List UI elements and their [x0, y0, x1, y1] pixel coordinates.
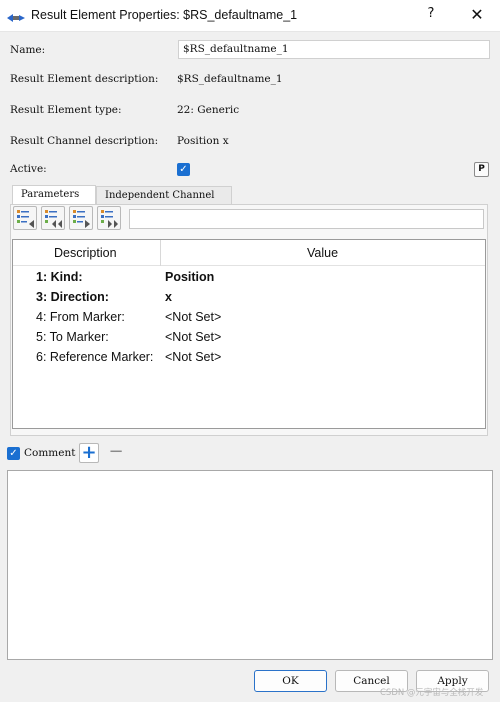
row-description: 6: Reference Marker: — [36, 350, 154, 364]
close-button[interactable]: ✕ — [466, 5, 488, 27]
header-description[interactable]: Description — [54, 246, 117, 260]
active-label: Active: — [10, 163, 47, 175]
checkmark-icon: ✓ — [179, 164, 188, 175]
table-row[interactable]: 6: Reference Marker: <Not Set> — [13, 348, 485, 368]
comment-textarea[interactable] — [7, 470, 493, 660]
table-row[interactable]: 4: From Marker: <Not Set> — [13, 308, 485, 328]
watermark: CSDN @元宇宙与全栈开发 — [380, 688, 484, 698]
window-title: Result Element Properties: $RS_defaultna… — [31, 8, 298, 22]
column-separator[interactable] — [160, 240, 161, 266]
row-description: 3: Direction: — [36, 290, 109, 304]
row-value: Position — [165, 270, 215, 284]
ok-button[interactable]: OK — [254, 670, 327, 692]
checkmark-icon: ✓ — [9, 448, 18, 459]
channel-label: Result Channel description: — [10, 135, 159, 147]
table-row[interactable]: 5: To Marker: <Not Set> — [13, 328, 485, 348]
p-button[interactable]: P — [474, 162, 489, 177]
name-field[interactable]: $RS_defaultname_1 — [178, 40, 490, 59]
list-step-forward-icon — [73, 210, 90, 228]
tab-parameters[interactable]: Parameters — [12, 185, 96, 205]
rewind-button[interactable] — [41, 206, 65, 230]
row-description: 4: From Marker: — [36, 310, 125, 324]
channel-value: Position x — [177, 135, 229, 147]
list-step-back-icon — [17, 210, 34, 228]
row-description: 1: Kind: — [36, 270, 83, 284]
row-value: <Not Set> — [165, 330, 222, 344]
row-value: <Not Set> — [165, 310, 222, 324]
step-forward-button[interactable] — [69, 206, 93, 230]
add-comment-button[interactable]: + — [79, 443, 99, 463]
list-fast-forward-icon — [101, 210, 118, 228]
parameters-grid[interactable]: Description Value 1: Kind: Position 3: D… — [12, 239, 486, 429]
help-button[interactable]: ? — [420, 6, 442, 26]
comment-checkbox[interactable]: ✓ — [7, 447, 20, 460]
row-value: <Not Set> — [165, 350, 222, 364]
name-label: Name: — [10, 44, 46, 56]
app-icon — [7, 9, 25, 28]
title-bar: Result Element Properties: $RS_defaultna… — [0, 0, 500, 32]
type-value: 22: Generic — [177, 104, 240, 116]
header-value[interactable]: Value — [307, 246, 338, 260]
row-value: x — [165, 290, 172, 304]
type-label: Result Element type: — [10, 104, 122, 116]
list-rewind-icon — [45, 210, 62, 228]
fast-forward-button[interactable] — [97, 206, 121, 230]
parameter-edit-field[interactable] — [129, 209, 484, 229]
description-value: $RS_defaultname_1 — [177, 73, 283, 85]
row-description: 5: To Marker: — [36, 330, 109, 344]
grid-header: Description Value — [13, 240, 485, 266]
remove-comment-button[interactable]: − — [106, 443, 126, 463]
tab-independent-channel[interactable]: Independent Channel — [96, 186, 232, 205]
comment-label: Comment — [24, 447, 76, 459]
description-label: Result Element description: — [10, 73, 159, 85]
step-back-button[interactable] — [13, 206, 37, 230]
table-row[interactable]: 1: Kind: Position — [13, 268, 485, 288]
table-row[interactable]: 3: Direction: x — [13, 288, 485, 308]
active-checkbox[interactable]: ✓ — [177, 163, 190, 176]
